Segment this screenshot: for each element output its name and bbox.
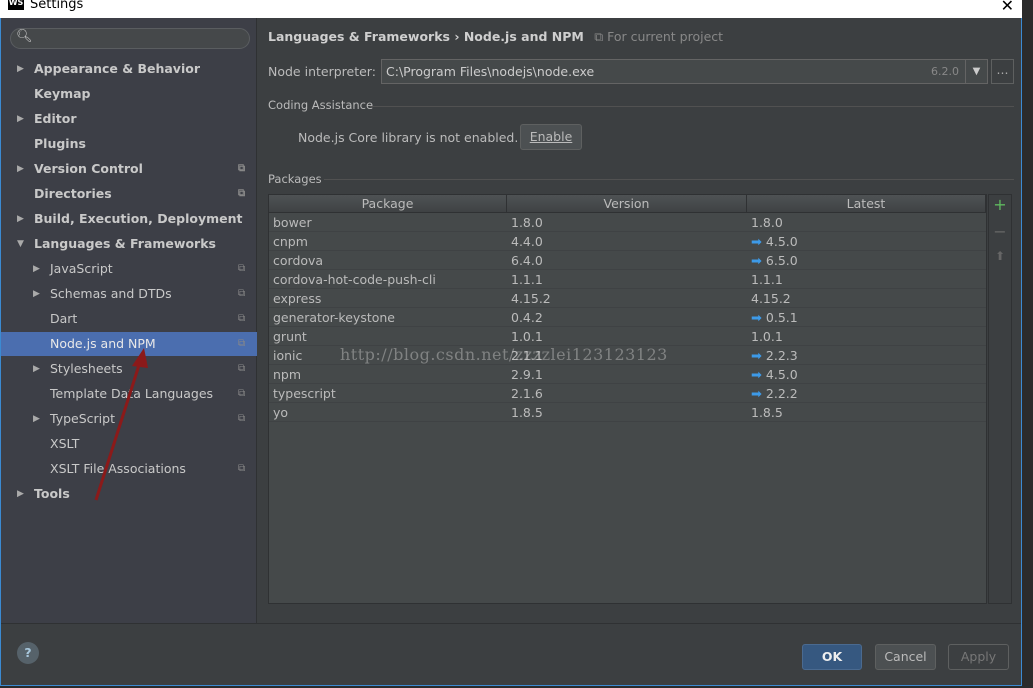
arrow-shaft: [94, 361, 142, 501]
annotation-arrow: [94, 348, 148, 501]
arrow-head: [132, 348, 148, 368]
